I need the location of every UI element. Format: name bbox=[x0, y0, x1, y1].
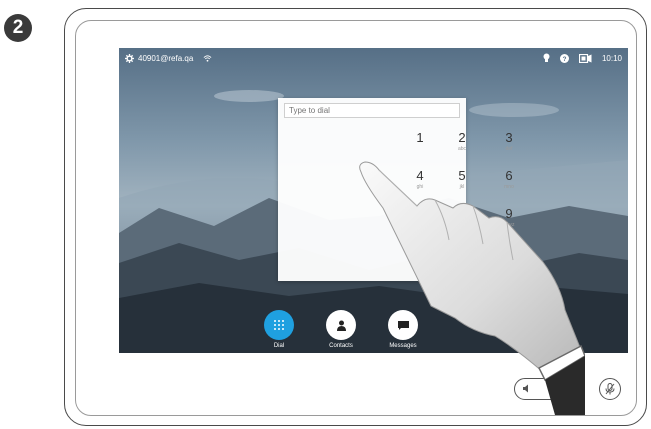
message-icon bbox=[397, 320, 409, 330]
bottom-nav: Dial Contacts Messages bbox=[119, 304, 628, 353]
camera-icon[interactable] bbox=[578, 53, 592, 63]
help-icon[interactable]: ? bbox=[559, 53, 569, 63]
volume-control[interactable] bbox=[514, 378, 582, 400]
keypad-icon bbox=[273, 319, 285, 331]
volume-down-icon[interactable] bbox=[523, 384, 532, 393]
nav-messages-label: Messages bbox=[389, 343, 417, 349]
key-9[interactable]: 9 wxyz bbox=[489, 206, 529, 242]
key-4[interactable]: 4 ghi bbox=[400, 168, 440, 204]
dial-input[interactable] bbox=[284, 103, 460, 118]
nav-messages[interactable]: Messages bbox=[378, 310, 428, 349]
nav-contacts[interactable]: Contacts bbox=[316, 310, 366, 349]
key-5[interactable]: 5 jkl bbox=[442, 168, 482, 204]
key-hash[interactable]: # bbox=[489, 246, 529, 282]
nav-contacts-label: Contacts bbox=[329, 343, 353, 349]
key-7[interactable]: 7 pqrs bbox=[400, 206, 440, 242]
key-3[interactable]: 3 def bbox=[489, 130, 529, 166]
mic-mute-icon bbox=[605, 383, 615, 395]
key-6[interactable]: 6 mno bbox=[489, 168, 529, 204]
volume-up-icon[interactable] bbox=[562, 384, 573, 393]
step-badge: 2 bbox=[4, 14, 32, 42]
status-bar: 40901@refa.qa ? 10:10 bbox=[119, 48, 628, 68]
dialpad-panel: 1 2abc 3def 4ghi 5jkl 6mno 7pqrs 8tuv 9w… bbox=[278, 98, 515, 282]
touch-screen: 40901@refa.qa ? 10:10 1 2abc 3def 4ghi 5… bbox=[119, 48, 628, 353]
clock-time: 10:10 bbox=[601, 53, 622, 63]
nav-dial[interactable]: Dial bbox=[254, 310, 304, 349]
key-0[interactable]: 0 + bbox=[442, 246, 482, 282]
person-icon bbox=[336, 320, 347, 331]
nav-dial-label: Dial bbox=[273, 343, 285, 349]
wifi-icon bbox=[203, 54, 212, 63]
key-8[interactable]: 8 tuv bbox=[442, 206, 482, 242]
lightbulb-icon[interactable] bbox=[543, 53, 550, 63]
gear-icon[interactable] bbox=[125, 53, 134, 63]
svg-text:?: ? bbox=[563, 56, 567, 63]
key-star[interactable]: *, bbox=[400, 246, 440, 282]
mute-button[interactable] bbox=[599, 378, 621, 400]
key-2[interactable]: 2 abc bbox=[442, 130, 482, 166]
account-label: 40901@refa.qa bbox=[138, 53, 194, 63]
key-1[interactable]: 1 bbox=[400, 130, 440, 166]
